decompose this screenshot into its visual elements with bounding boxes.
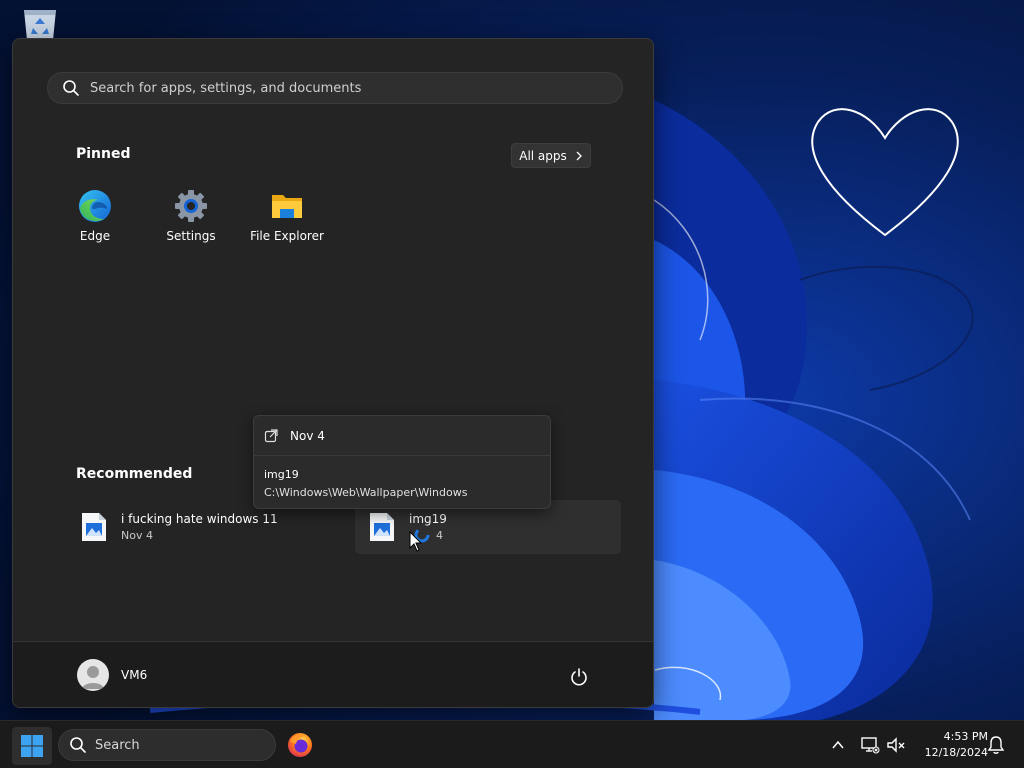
search-icon (70, 737, 86, 753)
start-button[interactable] (12, 727, 52, 765)
recycle-bin-icon[interactable] (20, 6, 60, 40)
recommended-tooltip: Nov 4 img19 C:\Windows\Web\Wallpaper\Win… (253, 415, 551, 509)
user-account-button[interactable]: VM6 (77, 659, 147, 691)
image-file-icon (82, 513, 106, 541)
taskbar-search-box[interactable]: Search (58, 729, 276, 761)
notification-bell-icon[interactable] (987, 735, 1005, 755)
start-menu-footer: VM6 (13, 641, 653, 707)
pinned-apps-grid: Edge Settings File Explorer (47, 189, 335, 253)
taskbar-search-label: Search (95, 737, 140, 753)
mouse-cursor-icon (409, 531, 423, 552)
pinned-app-edge[interactable]: Edge (47, 189, 143, 253)
network-icon[interactable] (860, 735, 880, 755)
start-menu: Pinned All apps Edg (12, 38, 654, 708)
all-apps-button[interactable]: All apps (511, 143, 591, 168)
start-search-input[interactable] (90, 80, 570, 96)
recommended-item-name: i fucking hate windows 11 (121, 512, 278, 526)
start-search-box[interactable] (47, 72, 623, 104)
tooltip-file-path: C:\Windows\Web\Wallpaper\Windows (264, 486, 468, 499)
all-apps-label: All apps (519, 148, 567, 163)
chevron-up-icon[interactable] (830, 737, 846, 753)
search-icon (63, 80, 79, 96)
pinned-heading: Pinned (76, 146, 131, 162)
open-file-location-row[interactable]: Nov 4 (254, 416, 550, 456)
clock-time: 4:53 PM (943, 730, 988, 743)
open-external-icon (264, 428, 278, 442)
user-silhouette-icon (82, 666, 104, 689)
power-icon[interactable] (569, 667, 589, 687)
pinned-app-label: File Explorer (250, 229, 324, 243)
pinned-app-file-explorer[interactable]: File Explorer (239, 189, 335, 253)
recommended-item-date: Nov 4 (121, 529, 153, 542)
user-name: VM6 (121, 668, 148, 682)
pinned-app-label: Edge (79, 229, 111, 243)
windows-logo-icon (21, 735, 43, 757)
image-file-icon (370, 513, 394, 541)
pinned-app-settings[interactable]: Settings (143, 189, 239, 253)
recommended-heading: Recommended (76, 466, 193, 482)
pinned-app-label: Settings (166, 229, 216, 243)
settings-gear-icon (175, 190, 207, 222)
taskbar-clock[interactable]: 4:53 PM 12/18/2024 (912, 729, 988, 761)
taskbar: Search 4:53 PM 12/18/2024 (0, 720, 1024, 768)
clock-date: 12/18/2024 (924, 746, 988, 759)
recommended-item-name: img19 (409, 512, 447, 526)
edge-icon (79, 190, 111, 222)
folder-icon (272, 195, 302, 218)
tooltip-date: Nov 4 (290, 428, 325, 443)
firefox-icon[interactable] (287, 732, 313, 758)
avatar (77, 659, 109, 691)
tooltip-file-name: img19 (264, 468, 299, 481)
volume-muted-icon[interactable] (886, 735, 906, 755)
chevron-right-icon (576, 151, 582, 160)
